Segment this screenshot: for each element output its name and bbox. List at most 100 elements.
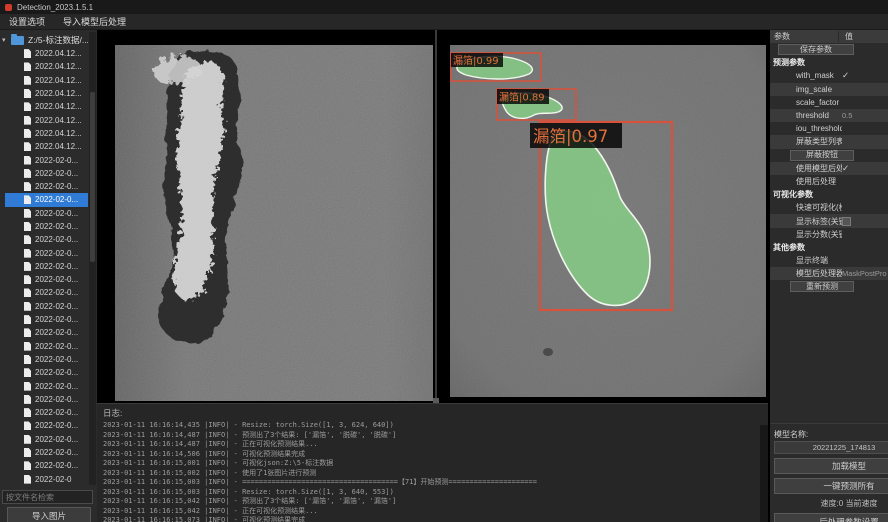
- tree-item-label: 2022-02-0...: [35, 169, 78, 178]
- tree-item-label: 2022-02-0...: [35, 461, 78, 470]
- tree-item[interactable]: 2022-02-0...: [5, 180, 88, 193]
- search-input[interactable]: [2, 490, 93, 504]
- file-tree: ▾ Z:/5-标注数据/... 2022.04.12...2022.04.12.…: [0, 32, 88, 487]
- tree-item[interactable]: 2022-02-0...: [5, 286, 88, 299]
- original-image[interactable]: [115, 45, 433, 401]
- tree-item[interactable]: 2022-02-0...: [5, 153, 88, 166]
- tree-item[interactable]: 2022-02-0...: [5, 406, 88, 419]
- param-button[interactable]: 屏蔽按钮: [790, 150, 854, 161]
- tree-item[interactable]: 2022-02-0...: [5, 260, 88, 273]
- menu-item-import-postprocess[interactable]: 导入模型后处理: [54, 15, 135, 28]
- tree-item[interactable]: 2022.04.12...: [5, 60, 88, 73]
- app-window: Detection_2023.1.5.1 设置选项 导入模型后处理 ▾ Z:/5…: [0, 0, 888, 522]
- file-icon: [24, 368, 31, 377]
- tree-scrollbar[interactable]: [89, 32, 96, 485]
- tree-item-label: 2022-02-0...: [35, 235, 78, 244]
- menu-item-settings[interactable]: 设置选项: [0, 15, 54, 28]
- check-icon[interactable]: ✓: [842, 163, 888, 174]
- param-row-item: with_mask✓: [770, 69, 888, 82]
- model-section-divider: [770, 423, 888, 424]
- param-value: MaskPostPro: [842, 269, 888, 278]
- tree-item[interactable]: 2022-02-0...: [5, 340, 88, 353]
- tree-items: 2022.04.12...2022.04.12...2022.04.12...2…: [0, 47, 88, 486]
- param-label: 屏蔽类型列表: [770, 136, 842, 147]
- param-row-section: 可视化参数: [770, 188, 888, 201]
- log-line: 2023-01-11 16:16:15,003 |INFO| - Resize:…: [103, 488, 768, 498]
- tree-item-label: 2022-02-0...: [35, 368, 78, 377]
- file-icon: [24, 116, 31, 125]
- window-title: Detection_2023.1.5.1: [17, 3, 93, 12]
- file-icon: [24, 209, 31, 218]
- tree-item-label: 2022-02-0...: [35, 275, 78, 284]
- tree-item[interactable]: 2022-02-0...: [5, 393, 88, 406]
- tree-item[interactable]: 2022-02-0...: [5, 353, 88, 366]
- param-row-item: 使用模型后处理✓: [770, 162, 888, 175]
- check-icon[interactable]: ✓: [842, 70, 888, 81]
- file-icon: [24, 62, 31, 71]
- file-icon: [24, 262, 31, 271]
- model-name-field[interactable]: 20221225_174813: [774, 441, 888, 454]
- detection-label: 漏箔|0.99: [453, 54, 499, 67]
- tree-item[interactable]: 2022-02-0...: [5, 446, 88, 459]
- log-line: 2023-01-11 16:16:15,073 |INFO| - 可视化预测结果…: [103, 516, 768, 522]
- tree-item[interactable]: 2022-02-0...: [5, 419, 88, 432]
- param-value[interactable]: [842, 216, 888, 226]
- speed-text: 速度:0 当前速度: [774, 498, 888, 509]
- tree-item[interactable]: 2022-02-0: [5, 473, 88, 486]
- tree-scrollbar-thumb[interactable]: [90, 92, 95, 262]
- params-header-name: 参数: [770, 31, 838, 42]
- load-model-button[interactable]: 加载模型: [774, 458, 888, 474]
- postprocess-params-button[interactable]: 后处理参数设置: [774, 513, 888, 522]
- tree-item[interactable]: 2022-02-0...: [5, 459, 88, 472]
- file-icon: [24, 235, 31, 244]
- tree-item-label: 2022-02-0...: [35, 342, 78, 351]
- tree-item[interactable]: 2022-02-0...: [5, 313, 88, 326]
- checkbox-icon[interactable]: [842, 217, 851, 226]
- file-icon: [24, 182, 31, 191]
- tree-item[interactable]: 2022-02-0...: [5, 300, 88, 313]
- chevron-down-icon[interactable]: ▾: [2, 36, 10, 44]
- predict-all-button[interactable]: 一键预测所有: [774, 478, 888, 494]
- param-row-item: threshold0.5: [770, 109, 888, 122]
- tree-item[interactable]: 2022-02-0...: [5, 433, 88, 446]
- folder-icon: [11, 36, 24, 45]
- tree-item[interactable]: 2022.04.12...: [5, 113, 88, 126]
- param-row-button: 重新预测: [770, 280, 888, 293]
- file-icon: [24, 408, 31, 417]
- file-icon: [24, 355, 31, 364]
- import-images-button[interactable]: 导入图片: [7, 507, 91, 522]
- file-icon: [24, 89, 31, 98]
- file-icon: [24, 288, 31, 297]
- tree-item[interactable]: 2022.04.12...: [5, 140, 88, 153]
- tree-item-label: 2022-02-0...: [35, 209, 78, 218]
- tree-item[interactable]: 2022-02-0...: [5, 379, 88, 392]
- tree-item[interactable]: 2022-02-0...: [5, 273, 88, 286]
- tree-item[interactable]: 2022-02-0...: [5, 233, 88, 246]
- tree-item[interactable]: 2022.04.12...: [5, 47, 88, 60]
- panel-divider[interactable]: [435, 30, 437, 404]
- tree-item-label: 2022-02-0...: [35, 222, 78, 231]
- file-icon: [24, 195, 31, 204]
- prediction-image[interactable]: 漏箔|0.99 漏箔|0.89 漏箔|0.97: [450, 45, 766, 397]
- file-icon: [24, 328, 31, 337]
- file-icon: [24, 129, 31, 138]
- tree-item[interactable]: 2022-02-0...: [5, 167, 88, 180]
- tree-item[interactable]: 2022-02-0...: [5, 326, 88, 339]
- tree-item[interactable]: 2022-02-0...: [5, 207, 88, 220]
- tree-root[interactable]: ▾ Z:/5-标注数据/...: [2, 32, 88, 47]
- file-icon: [24, 102, 31, 111]
- tree-item[interactable]: 2022.04.12...: [5, 74, 88, 87]
- param-row-item: scale_factor: [770, 96, 888, 109]
- param-button[interactable]: 重新预测: [790, 281, 854, 292]
- tree-item[interactable]: 2022.04.12...: [5, 100, 88, 113]
- tree-item[interactable]: 2022-02-0...: [5, 246, 88, 259]
- param-label: iou_threshold: [770, 124, 842, 133]
- param-button[interactable]: 保存参数: [778, 44, 854, 55]
- tree-item[interactable]: 2022-02-0...: [5, 193, 88, 206]
- tree-item[interactable]: 2022-02-0...: [5, 220, 88, 233]
- tree-item[interactable]: 2022.04.12...: [5, 87, 88, 100]
- tree-item[interactable]: 2022.04.12...: [5, 127, 88, 140]
- vertical-splitter[interactable]: [760, 425, 768, 522]
- tree-item[interactable]: 2022-02-0...: [5, 366, 88, 379]
- param-row-item: 模型后处理器MaskPostPro: [770, 267, 888, 280]
